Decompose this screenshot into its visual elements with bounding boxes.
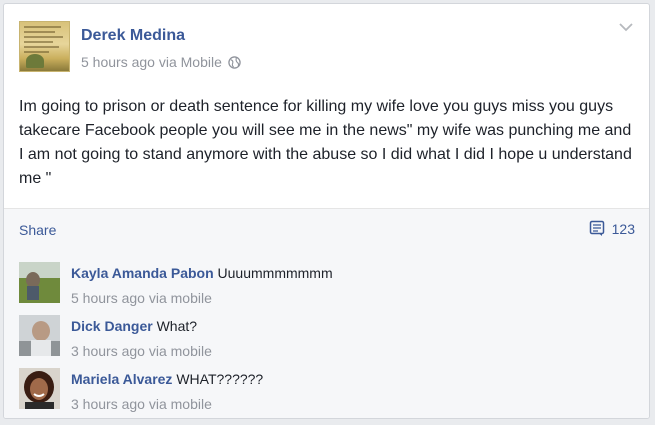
commenter-name[interactable]: Dick Danger [71,318,153,334]
comment-timestamp[interactable]: 3 hours ago via mobile [71,396,263,412]
commenter-name[interactable]: Kayla Amanda Pabon [71,265,214,281]
commenter-avatar[interactable] [19,262,60,303]
comment-text: WHAT?????? [176,371,264,387]
commenter-name[interactable]: Mariela Alvarez [71,371,172,387]
chevron-down-icon[interactable] [619,22,633,32]
comment-text: Uuuummmmmmm [217,265,333,281]
comment-text: What? [156,318,198,334]
globe-icon [228,55,241,69]
post-text: Im going to prison or death sentence for… [19,98,632,187]
share-link[interactable]: Share [19,222,56,238]
post-header: Derek Medina 5 hours ago via Mobile [19,21,619,75]
commenter-avatar[interactable] [19,315,60,356]
author-avatar[interactable] [19,21,70,72]
post-card: Derek Medina 5 hours ago via Mobile Im g… [3,3,650,419]
comment-count[interactable]: 123 [589,220,635,237]
post-meta: 5 hours ago via Mobile [81,54,241,70]
comment-icon [589,220,604,236]
comment-timestamp[interactable]: 5 hours ago via mobile [71,290,333,306]
comment-item: Dick Danger What? 3 hours ago via mobile [19,315,619,359]
post-actions-bar: Share 123 [4,209,649,251]
comment-item: Mariela Alvarez WHAT?????? 3 hours ago v… [19,368,619,412]
comments-list: Kayla Amanda Pabon Uuuummmmmmm 5 hours a… [4,251,649,418]
comment-item: Kayla Amanda Pabon Uuuummmmmmm 5 hours a… [19,262,619,306]
comment-timestamp[interactable]: 3 hours ago via mobile [71,343,212,359]
comment-count-value: 123 [611,220,635,237]
post-timestamp[interactable]: 5 hours ago via Mobile [81,54,222,70]
commenter-avatar[interactable] [19,368,60,409]
author-name[interactable]: Derek Medina [81,27,185,45]
